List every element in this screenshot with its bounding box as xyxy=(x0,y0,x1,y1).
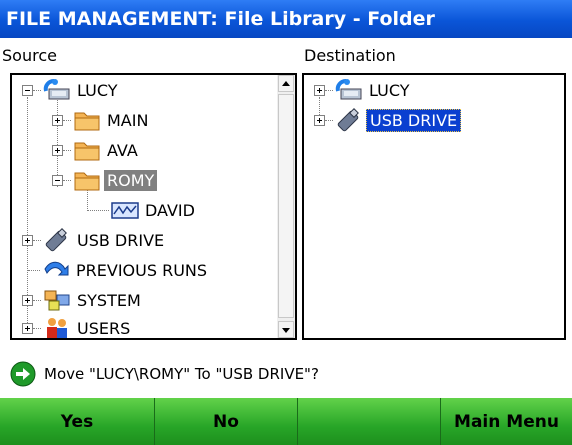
folder-icon xyxy=(74,112,100,131)
arrow-icon xyxy=(44,261,69,276)
confirm-message: Move "LUCY\ROMY" To "USB DRIVE"? xyxy=(10,360,319,388)
computer-icon xyxy=(43,79,70,100)
source-node-david[interactable]: DAVID xyxy=(87,195,198,225)
source-node-lucy[interactable]: LUCY xyxy=(22,75,121,105)
expand-toggle[interactable] xyxy=(22,322,33,334)
main-menu-button[interactable]: Main Menu xyxy=(441,398,572,445)
tree-label: USERS xyxy=(77,318,131,338)
collapse-toggle[interactable] xyxy=(22,84,33,96)
source-node-usb-drive[interactable]: USB DRIVE xyxy=(22,225,167,255)
expand-toggle[interactable] xyxy=(314,84,325,96)
scroll-down-button[interactable] xyxy=(278,321,294,338)
tree-label: MAIN xyxy=(107,110,149,130)
usb-drive-icon xyxy=(45,228,67,252)
expand-toggle[interactable] xyxy=(22,234,33,246)
source-node-romy[interactable]: ROMY xyxy=(52,165,158,195)
blank-button[interactable] xyxy=(298,398,441,445)
computer-icon xyxy=(335,79,362,100)
tree-label: PREVIOUS RUNS xyxy=(76,260,208,280)
source-tree[interactable]: LUCY MAIN AVA ROMY DAVID USB DRIVE PREVI… xyxy=(10,73,297,340)
expand-toggle[interactable] xyxy=(314,114,325,126)
green-arrow-icon xyxy=(10,361,36,387)
tree-label: AVA xyxy=(107,140,138,160)
usb-drive-icon xyxy=(337,108,359,132)
tree-label: SYSTEM xyxy=(77,290,141,310)
scroll-up-button[interactable] xyxy=(278,75,294,92)
window-title: FILE MANAGEMENT: File Library - Folder xyxy=(0,0,572,38)
destination-label: Destination xyxy=(304,46,396,65)
expand-toggle[interactable] xyxy=(52,114,63,126)
source-node-previous-runs[interactable]: PREVIOUS RUNS xyxy=(28,255,210,285)
tree-label-selected: ROMY xyxy=(104,169,158,191)
destination-node-usb-drive[interactable]: USB DRIVE xyxy=(314,105,462,135)
run-data-icon xyxy=(111,202,139,219)
tree-label: LUCY xyxy=(369,80,410,100)
source-node-ava[interactable]: AVA xyxy=(52,135,141,165)
scroll-thumb[interactable] xyxy=(278,94,294,318)
destination-tree[interactable]: LUCY USB DRIVE xyxy=(302,73,566,340)
folder-icon xyxy=(74,172,100,191)
source-node-users[interactable]: USERS xyxy=(22,313,133,338)
tree-label: USB DRIVE xyxy=(77,230,165,250)
source-label: Source xyxy=(2,46,57,65)
destination-node-lucy[interactable]: LUCY xyxy=(314,75,413,105)
tree-label: LUCY xyxy=(77,80,118,100)
expand-toggle[interactable] xyxy=(22,294,33,306)
button-bar: Yes No Main Menu xyxy=(0,398,572,445)
collapse-toggle[interactable] xyxy=(52,174,63,186)
folder-icon xyxy=(74,142,100,161)
no-button[interactable]: No xyxy=(155,398,298,445)
source-node-system[interactable]: SYSTEM xyxy=(22,285,144,315)
source-scrollbar[interactable] xyxy=(277,75,295,338)
source-node-main[interactable]: MAIN xyxy=(52,105,151,135)
expand-toggle[interactable] xyxy=(52,144,63,156)
system-icon xyxy=(44,290,70,311)
users-icon xyxy=(47,318,67,338)
yes-button[interactable]: Yes xyxy=(0,398,155,445)
confirm-text: Move "LUCY\ROMY" To "USB DRIVE"? xyxy=(44,365,319,383)
tree-label: DAVID xyxy=(145,200,195,220)
tree-label-selected: USB DRIVE xyxy=(366,108,462,132)
